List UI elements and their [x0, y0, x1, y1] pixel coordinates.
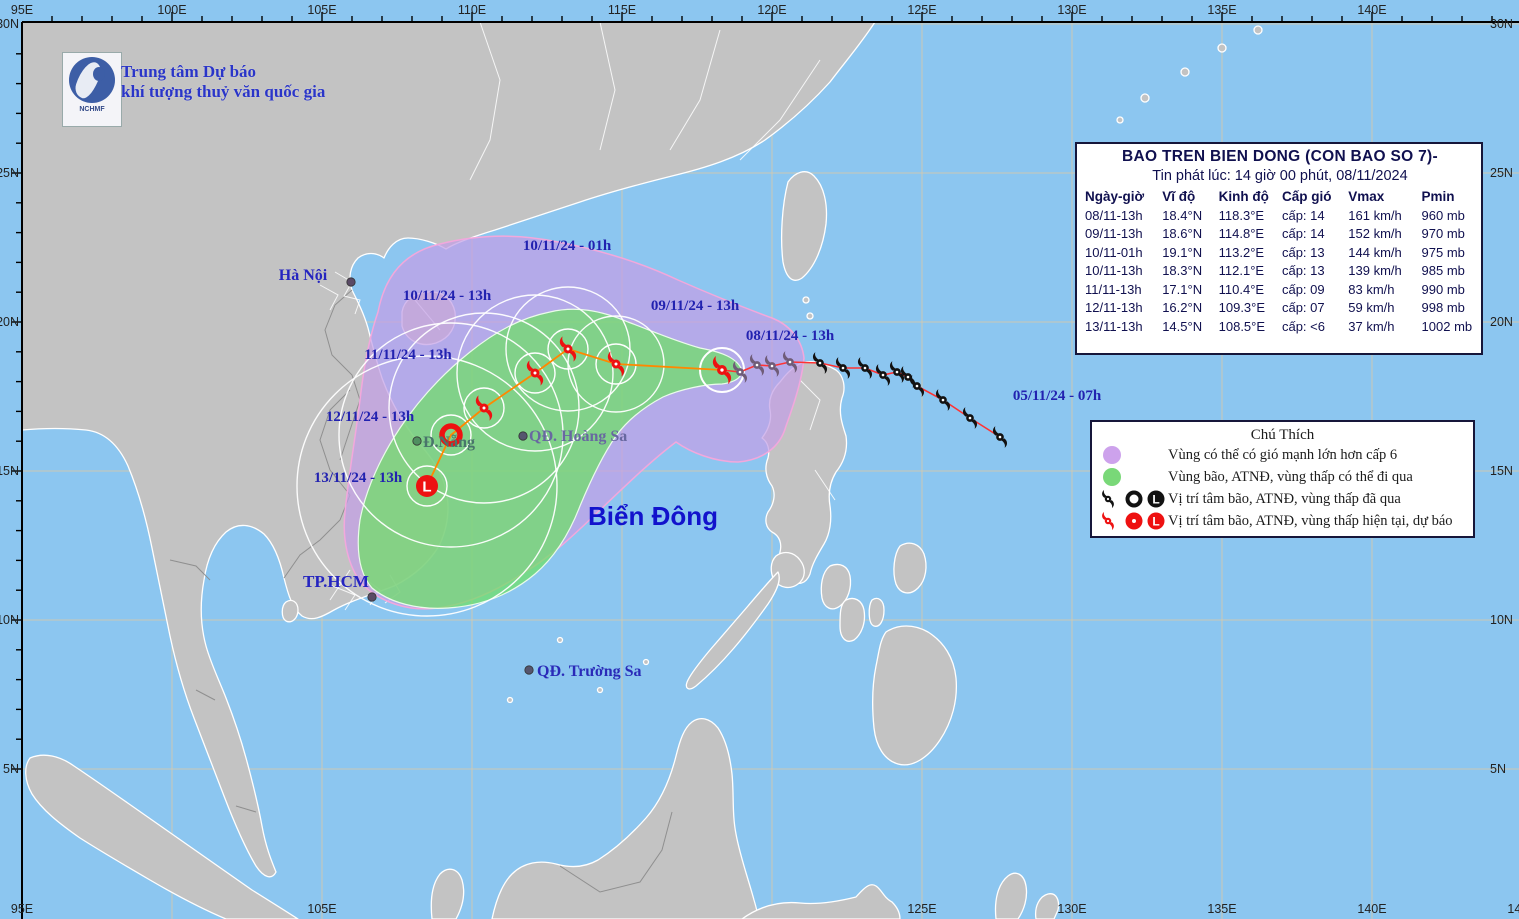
legend-title: Chú Thích — [1096, 427, 1469, 444]
track-date-label: 13/11/24 - 13h — [314, 470, 403, 486]
axis-label-top: 135E — [1207, 3, 1236, 17]
axis-label-right: 15N — [1490, 464, 1513, 478]
sea-name-label: Biển Đông — [588, 501, 718, 531]
forecast-table-row: 09/11-13h18.6°N114.8°Ecấp: 14152 km/h970… — [1085, 225, 1475, 244]
axis-label-top: 115E — [608, 3, 636, 17]
axis-label-bottom: 145E — [1507, 902, 1519, 916]
bulletin-info-box: BAO TREN BIEN DONG (CON BAO SO 7)- Tin p… — [1075, 142, 1483, 355]
place-marker — [347, 278, 355, 286]
green-zone-icon — [1096, 466, 1168, 488]
axis-label-bottom: 105E — [307, 902, 336, 916]
track-date-label: 05/11/24 - 07h — [1013, 388, 1102, 404]
forecast-low-symbol-letter: L — [422, 479, 431, 496]
nchmf-logo-emblem — [69, 57, 115, 103]
land-phuquoc — [282, 600, 298, 621]
legend: Chú Thích Vùng có thể có gió mạnh lớn hơ… — [1090, 420, 1475, 538]
place-label: TP.HCM — [303, 572, 369, 591]
axis-label-bottom: 125E — [907, 902, 936, 916]
track-date-label: 08/11/24 - 13h — [746, 328, 835, 344]
forecast-table: 08/11-13h18.4°N118.3°Ecấp: 14161 km/h960… — [1085, 207, 1475, 337]
axis-label-top: 95E — [11, 3, 33, 17]
legend-item-past-position: L Vị trí tâm bão, ATNĐ, vùng thấp đã qua — [1096, 488, 1469, 510]
place-label: QĐ. Trường Sa — [537, 663, 642, 680]
axis-label-bottom: 135E — [1207, 902, 1236, 916]
track-date-label: 12/11/24 - 13h — [326, 409, 415, 425]
axis-label-bottom: 95E — [11, 902, 33, 916]
island-speck — [598, 688, 603, 693]
current-position-icons: L — [1096, 509, 1168, 533]
island-speck — [1254, 26, 1262, 34]
island-speck — [1181, 68, 1189, 76]
axis-label-top: 110E — [458, 3, 486, 17]
agency-line1: Trung tâm Dự báo — [121, 62, 325, 82]
place-label: Đ.Nẵng — [423, 434, 475, 451]
axis-label-top: 100E — [157, 3, 186, 17]
place-marker — [525, 666, 533, 674]
axis-label-top: 130E — [1057, 3, 1086, 17]
island-speck — [1218, 44, 1226, 52]
forecast-table-row: 08/11-13h18.4°N118.3°Ecấp: 14161 km/h960… — [1085, 207, 1475, 226]
axis-label-left: 20N — [0, 315, 19, 329]
agency-line2: khí tượng thuỷ văn quốc gia — [121, 82, 325, 102]
axis-label-left: 30N — [0, 17, 19, 31]
axis-label-bottom: 130E — [1057, 902, 1086, 916]
track-date-label: 11/11/24 - 13h — [364, 347, 452, 363]
axis-label-top: 105E — [307, 3, 336, 17]
place-marker — [519, 432, 527, 440]
track-date-label: 10/11/24 - 13h — [403, 288, 492, 304]
nchmf-logo-text: NCHMF — [79, 106, 104, 113]
past-position-icons: L — [1096, 487, 1168, 511]
typhoon-forecast-map: L 95E 100E 105E 110E 115E 120E 125E 130E 135E 140… — [0, 0, 1519, 919]
island-speck — [803, 297, 809, 303]
forecast-table-row: 13/11-13h14.5°N108.5°Ecấp: <637 km/h1002… — [1085, 318, 1475, 337]
axis-label-left: 5N — [3, 762, 19, 776]
place-marker — [368, 593, 376, 601]
forecast-table-row: 10/11-13h18.3°N112.1°Ecấp: 13139 km/h985… — [1085, 262, 1475, 281]
land-cebu — [869, 598, 884, 626]
axis-label-top: 125E — [907, 3, 936, 17]
nchmf-logo: NCHMF — [62, 52, 122, 127]
place-label: Hà Nội — [279, 267, 328, 284]
island-speck — [807, 313, 813, 319]
island-speck — [508, 698, 513, 703]
island-speck — [558, 638, 563, 643]
legend-item-wind-zone: Vùng có thể có gió mạnh lớn hơn cấp 6 — [1096, 444, 1469, 466]
axis-label-bottom: 140E — [1357, 902, 1386, 916]
bulletin-title: BAO TREN BIEN DONG (CON BAO SO 7)- — [1085, 148, 1475, 166]
bulletin-issued-time: Tin phát lúc: 14 giờ 00 phút, 08/11/2024 — [1085, 168, 1475, 184]
axis-label-top: 140E — [1357, 3, 1386, 17]
svg-text:L: L — [1152, 515, 1159, 529]
place-label: QĐ. Hoàng Sa — [529, 428, 627, 445]
axis-label-left: 15N — [0, 464, 19, 478]
island-speck — [1141, 94, 1149, 102]
axis-label-left: 10N — [0, 613, 19, 627]
axis-label-top: 120E — [757, 3, 786, 17]
place-marker — [413, 437, 421, 445]
legend-item-current-position: L Vị trí tâm bão, ATNĐ, vùng thấp hiện t… — [1096, 510, 1469, 532]
forecast-table-header: Ngày-giờVĩ độKinh độCấp gióVmaxPmin — [1085, 188, 1475, 207]
axis-label-right: 20N — [1490, 315, 1513, 329]
axis-label-right: 10N — [1490, 613, 1513, 627]
legend-item-track-zone: Vùng bão, ATNĐ, vùng thấp có thể đi qua — [1096, 466, 1469, 488]
track-date-label: 09/11/24 - 13h — [651, 298, 740, 314]
forecast-table-row: 12/11-13h16.2°N109.3°Ecấp: 0759 km/h998 … — [1085, 299, 1475, 318]
purple-zone-icon — [1096, 444, 1168, 466]
axis-label-left: 25N — [0, 166, 19, 180]
island-speck — [644, 660, 649, 665]
axis-label-right: 5N — [1490, 762, 1506, 776]
axis-label-right: 25N — [1490, 166, 1513, 180]
forecast-table-row: 10/11-01h19.1°N113.2°Ecấp: 13144 km/h975… — [1085, 244, 1475, 263]
forecast-table-row: 11/11-13h17.1°N110.4°Ecấp: 0983 km/h990 … — [1085, 281, 1475, 300]
agency-name: Trung tâm Dự báo khí tượng thuỷ văn quốc… — [121, 62, 325, 102]
svg-text:L: L — [1152, 493, 1159, 507]
track-date-label: 10/11/24 - 01h — [523, 238, 612, 254]
island-speck — [1117, 117, 1123, 123]
axis-label-right: 30N — [1490, 17, 1513, 31]
